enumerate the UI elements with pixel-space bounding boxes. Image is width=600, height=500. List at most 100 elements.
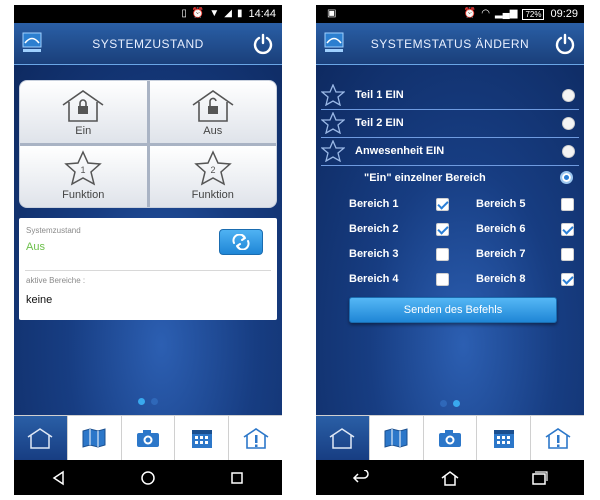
nav-camera[interactable]: [120, 416, 175, 460]
page-dot: [440, 400, 447, 407]
alarm-icon: ⏰: [191, 8, 205, 19]
send-command-button[interactable]: Senden des Befehls: [349, 297, 557, 323]
tile-label: Ein: [75, 124, 92, 137]
nav-alarm[interactable]: [228, 416, 282, 460]
tile-function-2[interactable]: 2 Funktion: [149, 145, 276, 207]
checkbox-area-4[interactable]: [436, 273, 449, 286]
active-areas-label: aktive Bereiche :: [26, 276, 86, 285]
clock: 09:29: [550, 8, 578, 20]
bottom-nav: [14, 415, 282, 460]
nav-home[interactable]: [14, 416, 67, 460]
battery-indicator: 72%: [522, 8, 545, 20]
area-label-8: Bereich 8: [476, 273, 526, 285]
tile-label: Aus: [203, 124, 223, 137]
option-anwesenheit[interactable]: Anwesenheit EIN: [321, 139, 579, 163]
battery-icon: ▮: [236, 8, 243, 19]
vibrate-icon: ▯: [181, 8, 187, 19]
state-label: Systemzustand: [26, 226, 81, 235]
back-icon[interactable]: [351, 469, 371, 486]
radio-teil-2[interactable]: [562, 116, 575, 130]
page-indicator: [316, 400, 584, 407]
page-title: SYSTEMZUSTAND: [92, 36, 204, 51]
area-label-3: Bereich 3: [349, 248, 399, 260]
page-indicator: [14, 398, 282, 405]
checkbox-area-5[interactable]: [561, 198, 574, 211]
phone-screen-system-state: ▯ ⏰ ▼ ◢ ▮ 14:44 SYSTEMZUSTAND Ein Aus 1 …: [14, 5, 282, 495]
system-nav-bar: [316, 460, 584, 495]
power-icon[interactable]: [554, 33, 576, 55]
nav-camera[interactable]: [422, 416, 477, 460]
star-icon: [321, 140, 345, 162]
home-icon: [329, 428, 355, 449]
recents-icon[interactable]: [529, 470, 549, 486]
power-icon[interactable]: [252, 33, 274, 55]
house-alert-icon: [545, 428, 571, 449]
state-card: Systemzustand Aus aktive Bereiche : kein…: [19, 218, 277, 320]
nav-map[interactable]: [66, 416, 121, 460]
checkbox-area-7[interactable]: [561, 248, 574, 261]
page-title: SYSTEMSTATUS ÄNDERN: [370, 36, 530, 51]
map-icon: [384, 428, 408, 448]
area-label-4: Bereich 4: [349, 273, 399, 285]
image-notification-icon: ▣: [327, 8, 337, 19]
page-dot: [151, 398, 158, 405]
clock: 14:44: [248, 8, 276, 20]
option-label: Teil 1 EIN: [355, 89, 404, 101]
main-content: Teil 1 EIN Teil 2 EIN Anwesenheit EIN "E…: [316, 65, 584, 415]
active-areas-value: keine: [26, 294, 53, 306]
area-label-5: Bereich 5: [476, 198, 526, 210]
checkbox-area-1[interactable]: [436, 198, 449, 211]
area-label-7: Bereich 7: [476, 248, 526, 260]
checkbox-area-3[interactable]: [436, 248, 449, 261]
camera-icon: [438, 430, 461, 447]
page-dot-active: [453, 400, 460, 407]
single-area-label: "Ein" einzelner Bereich: [364, 172, 486, 184]
calendar-icon: [493, 430, 514, 448]
refresh-button[interactable]: [219, 229, 263, 255]
option-label: Teil 2 EIN: [355, 117, 404, 129]
back-icon[interactable]: [51, 470, 67, 486]
calendar-icon: [191, 430, 212, 448]
radio-single-area[interactable]: [560, 171, 573, 184]
house-lock-open-icon: [192, 89, 234, 122]
house-alert-icon: [243, 428, 269, 449]
home-circle-icon[interactable]: [140, 470, 156, 486]
radio-anwesenheit[interactable]: [562, 144, 575, 158]
alarm-icon: ⏰: [463, 8, 477, 19]
option-teil-2[interactable]: Teil 2 EIN: [321, 111, 579, 135]
status-bar: ▯ ⏰ ▼ ◢ ▮ 14:44: [14, 5, 282, 23]
tile-label: Funktion: [191, 189, 234, 201]
star-badge: 2: [210, 165, 215, 175]
checkbox-area-2[interactable]: [436, 223, 449, 236]
nav-home[interactable]: [316, 416, 369, 460]
divider: [25, 270, 271, 271]
area-label-1: Bereich 1: [349, 198, 399, 210]
checkbox-area-6[interactable]: [561, 223, 574, 236]
mode-grid: Ein Aus 1 Funktion 2 Funktion: [19, 80, 277, 208]
app-logo-icon: [324, 32, 344, 52]
recents-icon[interactable]: [229, 470, 245, 486]
tile-function-1[interactable]: 1 Funktion: [20, 145, 147, 207]
map-icon: [82, 428, 106, 448]
nav-calendar[interactable]: [174, 416, 228, 460]
option-teil-1[interactable]: Teil 1 EIN: [321, 83, 579, 107]
home-icon[interactable]: [440, 470, 460, 486]
nav-map[interactable]: [368, 416, 423, 460]
refresh-icon: [232, 234, 250, 250]
divider: [321, 165, 579, 166]
checkbox-area-8[interactable]: [561, 273, 574, 286]
nav-calendar[interactable]: [476, 416, 530, 460]
camera-icon: [136, 430, 159, 447]
area-label-6: Bereich 6: [476, 223, 526, 235]
system-nav-bar: [14, 460, 282, 495]
nav-alarm[interactable]: [530, 416, 584, 460]
divider: [321, 109, 579, 110]
tile-aus[interactable]: Aus: [149, 81, 276, 143]
star-badge: 1: [81, 165, 86, 175]
radio-teil-1[interactable]: [562, 88, 575, 102]
tile-label: Funktion: [62, 189, 105, 201]
wifi-icon: ◠: [481, 8, 490, 19]
tile-ein[interactable]: Ein: [20, 81, 147, 143]
app-logo-icon: [22, 32, 42, 52]
app-header: SYSTEMZUSTAND: [14, 23, 282, 65]
